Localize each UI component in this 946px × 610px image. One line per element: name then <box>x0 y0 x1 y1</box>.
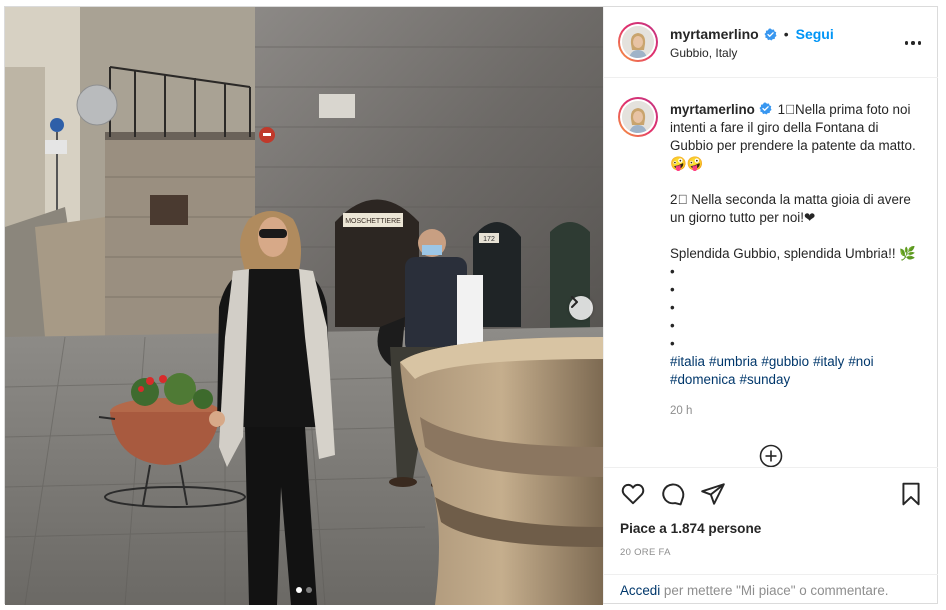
hashtag-link[interactable]: #gubbio <box>761 354 809 369</box>
comment-icon[interactable] <box>660 481 686 507</box>
login-link[interactable]: Accedi <box>620 583 660 598</box>
hashtag-link[interactable]: #umbria <box>709 354 757 369</box>
verified-icon <box>764 27 777 41</box>
carousel-dot <box>296 587 302 593</box>
house-number: 172 <box>483 236 495 243</box>
post-side-panel: myrtamerlino • Segui Gubbio, Italy myrta… <box>603 7 938 604</box>
shop-sign: MOSCHETTIERE <box>345 218 401 225</box>
caption-author[interactable]: myrtamerlino <box>670 102 755 117</box>
heart-icon[interactable] <box>620 481 646 507</box>
hashtag-list: #italia #umbria #gubbio #italy #noi #domenica… <box>670 353 924 389</box>
follow-button[interactable]: Segui <box>796 26 834 42</box>
action-bar <box>604 467 938 517</box>
caption-time: 20 h <box>670 405 693 417</box>
post-location[interactable]: Gubbio, Italy <box>670 46 737 60</box>
avatar[interactable] <box>618 22 658 62</box>
hashtag-link[interactable]: #noi <box>848 354 873 369</box>
login-prompt-text: per mettere "Mi piace" o commentare. <box>660 583 889 598</box>
hashtag-link[interactable]: #domenica <box>670 372 736 387</box>
more-options-button[interactable] <box>902 33 924 53</box>
share-icon[interactable] <box>700 481 726 507</box>
bookmark-icon[interactable] <box>898 481 924 507</box>
caption-text: myrtamerlino 1⃣Nella prima foto noi inte… <box>670 101 924 353</box>
post-header: myrtamerlino • Segui Gubbio, Italy <box>604 7 938 78</box>
post-date: 20 ORE FA <box>620 547 671 558</box>
post-frame: MOSCHETTIERE 172 myrtamerlino • Segui Gu… <box>4 6 938 605</box>
login-prompt: Accedi per mettere "Mi piace" o commenta… <box>604 574 938 604</box>
hashtag-link[interactable]: #sunday <box>740 372 791 387</box>
verified-icon <box>759 102 772 115</box>
caption-body: 1⃣Nella prima foto noi intenti a fare il… <box>670 102 916 351</box>
header-separator: • <box>783 26 789 42</box>
caption-section: myrtamerlino 1⃣Nella prima foto noi inte… <box>604 79 938 467</box>
avatar-image <box>622 26 654 58</box>
hashtag-link[interactable]: #italy <box>813 354 844 369</box>
carousel-dots <box>5 587 603 593</box>
chevron-right-icon <box>571 296 578 308</box>
post-author[interactable]: myrtamerlino <box>670 26 759 42</box>
photo-scene: MOSCHETTIERE 172 <box>5 7 603 605</box>
carousel-dot <box>306 587 312 593</box>
more-icon <box>904 41 909 45</box>
hashtag-link[interactable]: #italia <box>670 354 705 369</box>
next-photo-button[interactable] <box>569 296 593 320</box>
plus-circle-icon[interactable] <box>759 444 783 467</box>
post-photo[interactable]: MOSCHETTIERE 172 <box>5 7 603 605</box>
caption-avatar[interactable] <box>618 97 658 137</box>
likes-count[interactable]: Piace a 1.874 persone <box>620 521 761 536</box>
avatar-image <box>622 101 654 133</box>
